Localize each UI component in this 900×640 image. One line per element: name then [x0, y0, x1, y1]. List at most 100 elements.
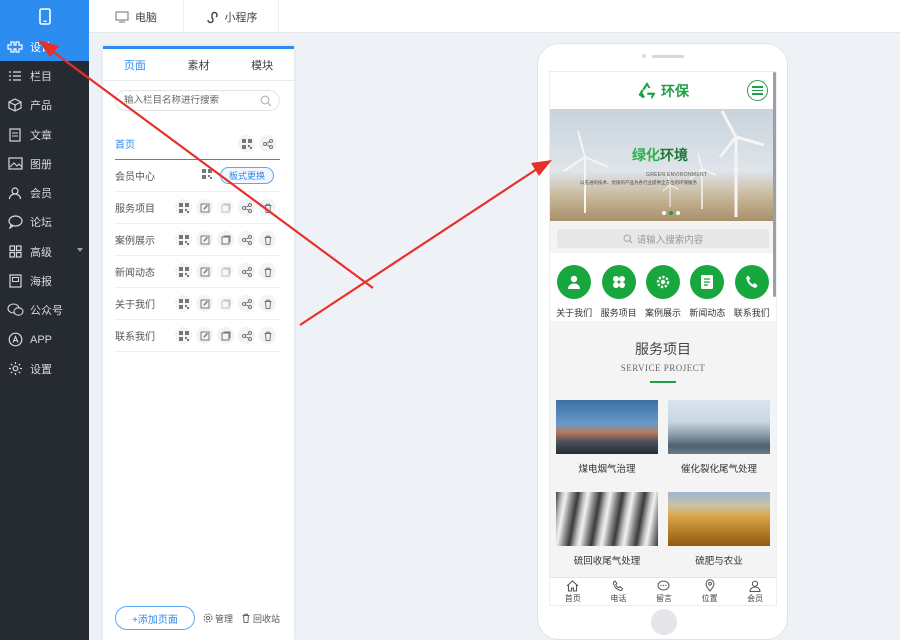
banner-subtitle: GREEN ENVIRONMENT	[646, 172, 708, 178]
sidebar-item-wechat[interactable]: 公众号	[0, 296, 89, 325]
page-row-member-center[interactable]: 会员中心 板式更换	[115, 160, 280, 192]
tab-label: 电脑	[135, 11, 157, 24]
share-icon[interactable]	[259, 135, 276, 152]
sidebar-item-columns[interactable]: 栏目	[0, 61, 89, 90]
site-search-placeholder: 请输入搜索内容	[636, 234, 704, 246]
quick-link-cases[interactable]: 案例展示	[641, 265, 685, 321]
page-row-services[interactable]: 服务项目	[115, 192, 280, 224]
quick-link-news[interactable]: 新闻动态	[685, 265, 729, 321]
tab-modules[interactable]: 模块	[230, 49, 294, 80]
sidebar-item-label: 设置	[30, 363, 52, 376]
edit-icon[interactable]	[196, 263, 213, 280]
search-icon	[623, 233, 633, 244]
page-row-contact[interactable]: 联系我们	[115, 320, 280, 352]
sidebar-item-products[interactable]: 产品	[0, 91, 89, 120]
site-search[interactable]: 请输入搜索内容	[557, 229, 769, 248]
bottom-nav-location[interactable]: 位置	[690, 578, 730, 605]
share-icon[interactable]	[238, 327, 255, 344]
column-search-input[interactable]	[124, 95, 264, 106]
copy-icon[interactable]	[217, 263, 234, 280]
layout-change-button[interactable]: 板式更换	[219, 167, 274, 184]
sidebar-item-settings[interactable]: 设置	[0, 354, 89, 383]
bottom-nav-label: 电话	[610, 593, 627, 603]
copy-icon[interactable]	[217, 295, 234, 312]
share-icon[interactable]	[238, 231, 255, 248]
hero-banner[interactable]: 绿化环境 GREEN ENVIRONMENT 以先进的技术、优质的产品为各行业提…	[550, 109, 776, 221]
page-row-news[interactable]: 新闻动态	[115, 256, 280, 288]
quick-link-label: 关于我们	[556, 308, 593, 318]
trash-icon[interactable]	[259, 295, 276, 312]
quick-link-services[interactable]: 服务项目	[597, 265, 641, 321]
recycle-bin-button[interactable]: 回收站	[241, 612, 280, 625]
quick-link-contact[interactable]: 联系我们	[730, 265, 774, 321]
edit-icon[interactable]	[196, 327, 213, 344]
trash-icon[interactable]	[259, 199, 276, 216]
qrcode-icon[interactable]	[175, 231, 192, 248]
manage-button[interactable]: 管理	[203, 612, 233, 625]
copy-icon[interactable]	[217, 199, 234, 216]
bottom-nav-phone[interactable]: 电话	[598, 578, 638, 605]
page-row-home[interactable]: 首页	[115, 128, 280, 160]
carousel-dot-active[interactable]	[669, 211, 673, 215]
phone-icon	[734, 265, 769, 299]
edit-icon[interactable]	[196, 199, 213, 216]
edit-icon[interactable]	[196, 295, 213, 312]
carousel-dot[interactable]	[676, 211, 680, 215]
service-card[interactable]: 硫肥与农业	[668, 492, 770, 577]
copy-icon[interactable]	[217, 231, 234, 248]
bottom-nav-home[interactable]: 首页	[553, 578, 593, 605]
trash-icon[interactable]	[259, 263, 276, 280]
page-row-about[interactable]: 关于我们	[115, 288, 280, 320]
qrcode-icon[interactable]	[175, 327, 192, 344]
sidebar-item-members[interactable]: 会员	[0, 178, 89, 207]
location-icon	[705, 579, 715, 592]
add-page-button[interactable]: +添加页面	[115, 606, 195, 630]
sidebar-item-gallery[interactable]: 图册	[0, 149, 89, 178]
quick-link-about[interactable]: 关于我们	[552, 265, 596, 321]
sidebar-item-poster[interactable]: 海报	[0, 266, 89, 295]
service-card[interactable]: 煤电烟气治理	[556, 400, 658, 485]
share-icon[interactable]	[238, 295, 255, 312]
qrcode-icon[interactable]	[238, 135, 255, 152]
share-icon[interactable]	[238, 263, 255, 280]
list-icon	[6, 67, 24, 85]
mobile-view-toggle[interactable]	[0, 0, 89, 32]
sidebar-item-articles[interactable]: 文章	[0, 120, 89, 149]
service-card[interactable]: 催化裂化尾气处理	[668, 400, 770, 485]
sidebar-item-forum[interactable]: 论坛	[0, 208, 89, 237]
edit-icon[interactable]	[196, 231, 213, 248]
qrcode-icon[interactable]	[175, 199, 192, 216]
qrcode-icon[interactable]	[202, 168, 212, 182]
copy-icon[interactable]	[217, 327, 234, 344]
poster-icon	[6, 272, 24, 290]
site-logo-text: 环保	[661, 82, 689, 99]
page-list: 首页 会员中心 板式更换 服务项目 案例展示 新闻动态 关于我们 联系我们	[115, 128, 280, 352]
phone-scrollbar[interactable]	[773, 72, 776, 297]
qrcode-icon[interactable]	[175, 263, 192, 280]
section-subtitle: SERVICE PROJECT	[620, 363, 706, 373]
bottom-nav-message[interactable]: 留言	[644, 578, 684, 605]
row-actions	[175, 263, 276, 280]
hamburger-menu-icon[interactable]	[747, 80, 768, 101]
sidebar-item-design[interactable]: 设计	[0, 32, 89, 62]
row-actions	[238, 135, 276, 152]
carousel-dot[interactable]	[662, 211, 666, 215]
trash-icon[interactable]	[259, 231, 276, 248]
search-icon[interactable]	[260, 95, 272, 107]
sidebar-item-app[interactable]: APP	[0, 325, 89, 354]
page-row-cases[interactable]: 案例展示	[115, 224, 280, 256]
qrcode-icon[interactable]	[175, 295, 192, 312]
gear-icon	[203, 613, 213, 623]
trash-icon[interactable]	[259, 327, 276, 344]
tab-pages[interactable]: 页面	[103, 49, 167, 80]
phone-screen: 环保 绿化环境 GREEN ENVIRONMENT 以先进的技术、优质的产品为各…	[549, 71, 777, 606]
tab-miniprogram[interactable]: 小程序	[184, 0, 279, 33]
page-panel: 页面 素材 模块 首页 会员中心 板式更换 服务项目	[103, 46, 294, 640]
bottom-nav-member[interactable]: 会员	[735, 578, 775, 605]
tab-desktop[interactable]: 电脑	[89, 0, 184, 33]
sidebar-item-advanced[interactable]: 高级	[0, 237, 89, 266]
service-card[interactable]: 硫回收尾气处理	[556, 492, 658, 577]
share-icon[interactable]	[238, 199, 255, 216]
tab-materials[interactable]: 素材	[167, 49, 231, 80]
sidebar-item-label: 高级	[30, 246, 52, 259]
